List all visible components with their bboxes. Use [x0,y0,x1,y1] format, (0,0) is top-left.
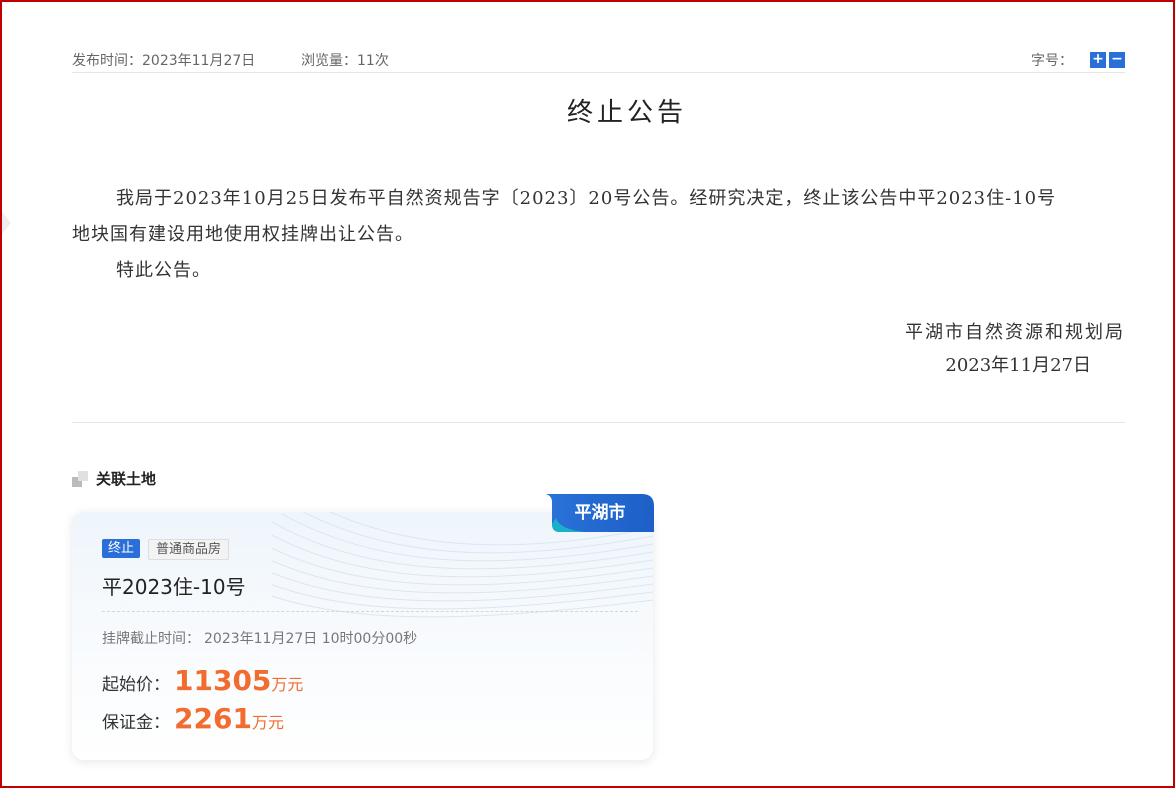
signature-organization: 平湖市自然资源和规划局 [905,322,1125,343]
notice-title: 终止公告 [566,98,687,128]
paragraph-1-line-2: 地块国有建设用地使用权挂牌出让公告。 [72,224,414,245]
parcel-name[interactable]: 平2023住-10号 [102,571,246,600]
city-tag: 平湖市 [546,494,654,534]
font-size-label: 字号： [1031,53,1073,69]
square-bullet-icon [72,470,88,487]
left-arrow-icon[interactable] [2,212,11,234]
listing-deadline: 挂牌截止时间： 2023年11月27日 10时00分00秒 [102,628,417,648]
font-size-control: 字号： + − [1031,50,1125,70]
font-increase-button[interactable]: + [1090,52,1106,68]
card-dashed-divider [102,611,638,612]
minus-icon: − [1111,51,1123,67]
start-price-value: 11305 [174,664,272,697]
deposit-value: 2261 [174,702,252,735]
font-decrease-button[interactable]: − [1109,52,1125,68]
section-divider [72,422,1125,423]
land-use-badge: 普通商品房 [148,539,230,560]
deposit-unit: 万元 [251,713,284,732]
status-badge: 终止 [102,539,141,558]
city-name: 平湖市 [574,503,626,523]
deadline-label: 挂牌截止时间： [102,631,200,647]
view-count: 浏览量：11次 [301,53,389,69]
related-land-heading: 关联土地 [72,468,156,489]
start-price-unit: 万元 [271,675,304,694]
notice-paragraph-2: 特此公告。 [116,260,211,281]
publish-time: 发布时间：2023年11月27日 [72,53,256,69]
notice-body: 我局于2023年10月25日发布平自然资规告字〔2023〕20号公告。经研究决定… [72,178,1125,292]
land-parcel-card[interactable]: 平湖市 终止 普通商品房 平2023住-10号 挂牌截止时间： 2023年11月2… [72,494,654,760]
plus-icon: + [1092,51,1104,67]
deposit-label: 保证金： [102,713,170,733]
start-price-label: 起始价： [102,675,170,695]
article-meta-bar: 发布时间：2023年11月27日 浏览量：11次 字号： + − [72,44,1125,73]
signature-date: 2023年11月27日 [945,355,1091,376]
deposit-row: 保证金： 2261 万元 [102,702,284,735]
card-badges: 终止 普通商品房 [102,539,230,560]
paragraph-1-line-1: 我局于2023年10月25日发布平自然资规告字〔2023〕20号公告。经研究决定… [116,188,1057,209]
start-price-row: 起始价： 11305 万元 [102,664,303,697]
deadline-value: 2023年11月27日 10时00分00秒 [204,631,418,647]
related-land-heading-text: 关联土地 [96,470,157,488]
